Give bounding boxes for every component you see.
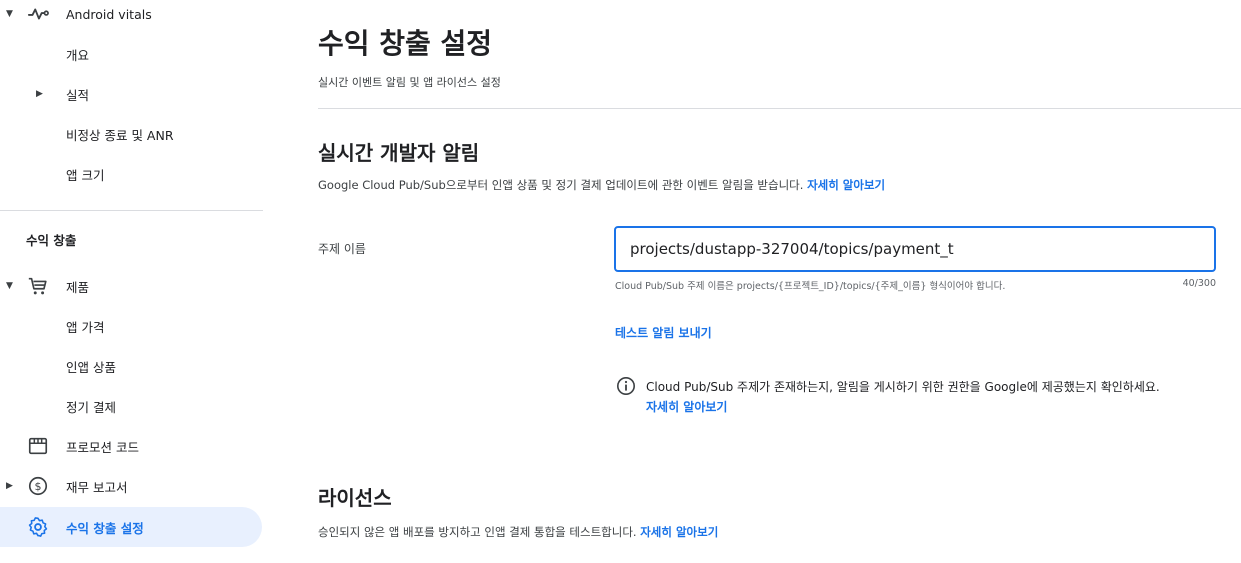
- topic-name-input[interactable]: [614, 226, 1216, 272]
- topic-name-label: 주제 이름: [318, 242, 366, 256]
- info-notice-text: Cloud Pub/Sub 주제가 존재하는지, 알림을 게시하기 위한 권한을…: [646, 380, 1160, 394]
- section-divider: [318, 108, 1241, 109]
- sidebar-item-label: 개요: [66, 47, 90, 63]
- rtdn-description: Google Cloud Pub/Sub으로부터 인앱 상품 및 정기 결제 업…: [318, 177, 885, 193]
- character-counter: 40/300: [1182, 278, 1216, 289]
- licensing-section-title: 라이선스: [318, 486, 392, 510]
- sidebar-item-label: 제품: [66, 279, 90, 295]
- sidebar-item-in-app-products[interactable]: 인앱 상품: [0, 346, 262, 386]
- licensing-description-text: 승인되지 않은 앱 배포를 방지하고 인앱 결제 통합을 테스트합니다.: [318, 525, 637, 539]
- send-test-notification-link[interactable]: 테스트 알림 보내기: [615, 324, 712, 341]
- sidebar-divider: [0, 210, 263, 211]
- caret-down-icon: ▼: [6, 281, 13, 291]
- rtdn-learn-more-link[interactable]: 자세히 알아보기: [807, 178, 885, 192]
- sidebar-item-label: 앱 크기: [66, 167, 105, 183]
- caret-right-icon: ▶: [36, 89, 43, 99]
- topic-name-helper-text: Cloud Pub/Sub 주제 이름은 projects/{프로젝트_ID}/…: [615, 281, 1006, 292]
- dollar-circle-icon: $: [26, 474, 50, 498]
- gear-icon: [26, 515, 50, 539]
- sidebar-section-title: 수익 창출: [26, 233, 77, 248]
- svg-text:$: $: [35, 480, 42, 493]
- sidebar-item-label: 실적: [66, 87, 90, 103]
- sidebar-item-financial-reports[interactable]: ▶ $ 재무 보고서: [0, 466, 262, 506]
- sidebar-item-label: 앱 가격: [66, 319, 105, 335]
- sidebar-item-android-vitals[interactable]: ▼ Android vitals: [0, 0, 262, 34]
- page-subtitle: 실시간 이벤트 알림 및 앱 라이선스 설정: [318, 76, 501, 89]
- sidebar-item-app-pricing[interactable]: 앱 가격: [0, 306, 262, 346]
- sidebar-item-label: 수익 창출 설정: [66, 520, 144, 536]
- sidebar-item-app-size[interactable]: 앱 크기: [0, 154, 262, 194]
- sidebar-item-label: 인앱 상품: [66, 359, 116, 375]
- sidebar-item-performance[interactable]: ▶ 실적: [0, 74, 262, 114]
- licensing-learn-more-link[interactable]: 자세히 알아보기: [640, 525, 718, 539]
- rtdn-section-title: 실시간 개발자 알림: [318, 141, 480, 165]
- sidebar-item-monetization-setup[interactable]: 수익 창출 설정: [0, 507, 262, 547]
- sidebar-item-products[interactable]: ▼ 제품: [0, 266, 262, 306]
- info-icon: [616, 376, 636, 396]
- cart-icon: [26, 274, 50, 298]
- sidebar-item-label: 프로모션 코드: [66, 439, 139, 455]
- rtdn-description-text: Google Cloud Pub/Sub으로부터 인앱 상품 및 정기 결제 업…: [318, 178, 804, 192]
- sidebar-item-label: 재무 보고서: [66, 479, 128, 495]
- sidebar-item-label: 비정상 종료 및 ANR: [66, 127, 174, 143]
- sidebar-item-promo-codes[interactable]: 프로모션 코드: [0, 426, 262, 466]
- sidebar-item-crashes-anr[interactable]: 비정상 종료 및 ANR: [0, 114, 262, 154]
- store-icon: [26, 434, 50, 458]
- licensing-description: 승인되지 않은 앱 배포를 방지하고 인앱 결제 통합을 테스트합니다. 자세히…: [318, 524, 718, 540]
- sidebar-item-overview[interactable]: 개요: [0, 34, 262, 74]
- caret-down-icon: ▼: [6, 9, 13, 19]
- main-content: 수익 창출 설정 실시간 이벤트 알림 및 앱 라이선스 설정 실시간 개발자 …: [318, 0, 1241, 563]
- vitals-pulse-icon: [26, 2, 50, 26]
- caret-right-icon: ▶: [6, 481, 13, 491]
- sidebar-item-label: Android vitals: [66, 6, 152, 22]
- sidebar: ▼ Android vitals 개요 ▶ 실적 비정상 종료 및 ANR 앱 …: [0, 0, 290, 563]
- page-title: 수익 창출 설정: [318, 27, 493, 60]
- sidebar-item-subscriptions[interactable]: 정기 결제: [0, 386, 262, 426]
- info-learn-more-link[interactable]: 자세히 알아보기: [646, 398, 727, 415]
- sidebar-item-label: 정기 결제: [66, 399, 116, 415]
